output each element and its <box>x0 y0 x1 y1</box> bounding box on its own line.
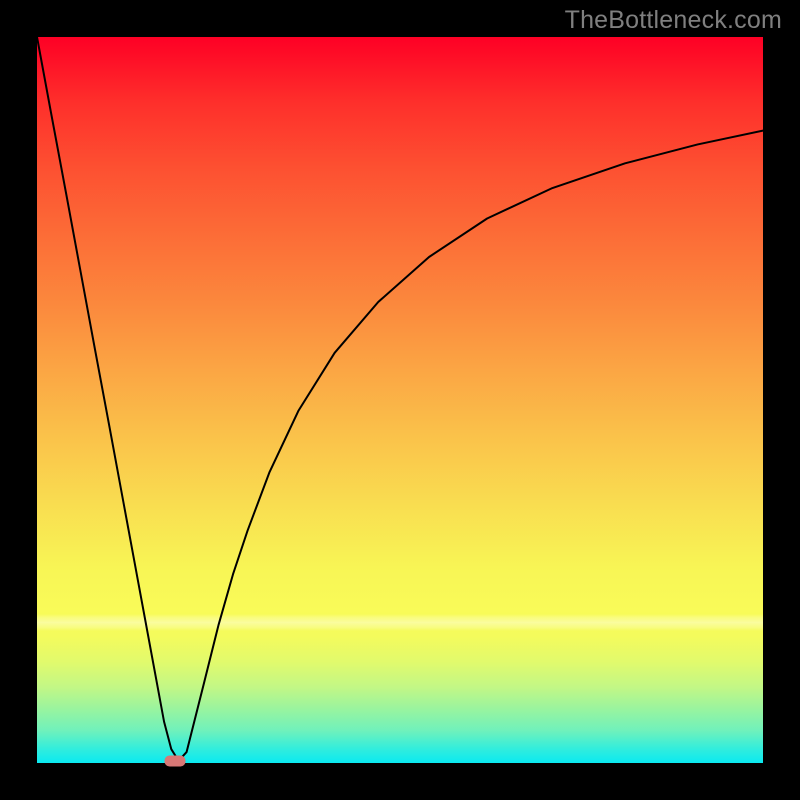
min-marker <box>164 755 185 766</box>
watermark-text: TheBottleneck.com <box>565 6 782 35</box>
chart-wrap: TheBottleneck.com <box>0 0 800 800</box>
plot-area <box>37 37 763 763</box>
curve-svg <box>37 37 763 763</box>
chart-frame <box>0 0 800 800</box>
curve-line <box>37 37 763 761</box>
